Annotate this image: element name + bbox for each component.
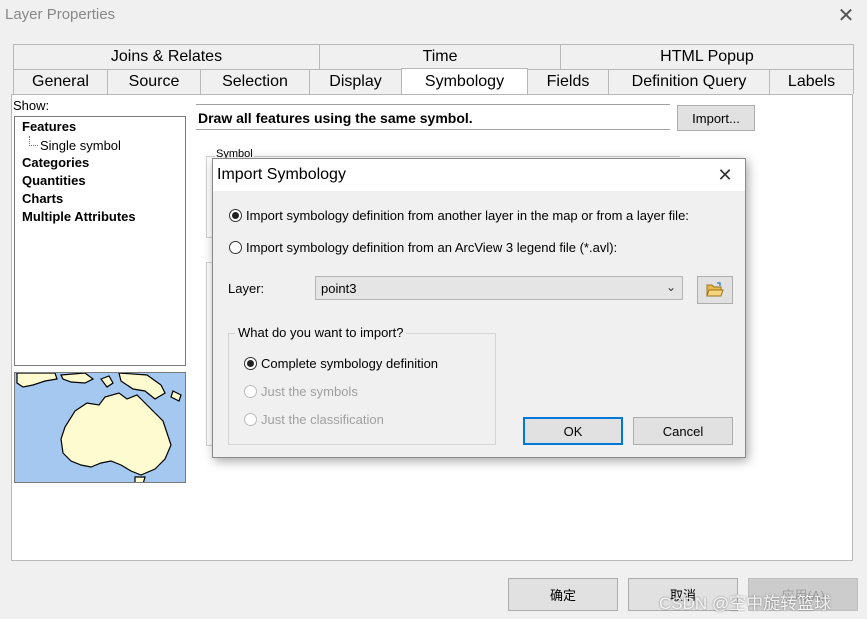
tab-fields[interactable]: Fields: [527, 69, 609, 94]
radio-disabled-icon: [244, 413, 257, 426]
import-symbols: Just the symbols: [244, 384, 358, 399]
ok-button[interactable]: 确定: [508, 578, 618, 611]
option-from-avl[interactable]: Import symbology definition from an ArcV…: [229, 240, 617, 255]
tab-definition-query[interactable]: Definition Query: [608, 69, 770, 94]
symbology-description: Draw all features using the same symbol.: [196, 104, 670, 130]
import-symbols-label: Just the symbols: [261, 384, 358, 399]
radio-selected-icon[interactable]: [244, 357, 257, 370]
import-classification: Just the classification: [244, 412, 384, 427]
dialog-titlebar: Import Symbology ✕: [213, 159, 745, 191]
import-symbology-dialog: Import Symbology ✕ Import symbology defi…: [212, 158, 746, 458]
import-what-group: What do you want to import? Complete sym…: [228, 325, 496, 445]
import-classification-label: Just the classification: [261, 412, 384, 427]
show-item-categories[interactable]: Categories: [22, 155, 89, 170]
option-from-avl-label: Import symbology definition from an ArcV…: [246, 240, 618, 255]
tab-symbology[interactable]: Symbology: [401, 68, 528, 94]
tree-connector: [29, 136, 38, 146]
layer-select[interactable]: point3 ⌄: [315, 276, 683, 300]
browse-folder-button[interactable]: [697, 276, 733, 304]
australia-map-icon: [16, 373, 182, 482]
tab-general[interactable]: General: [13, 69, 108, 94]
window-close-icon[interactable]: ✕: [834, 4, 858, 28]
import-complete-label: Complete symbology definition: [261, 356, 439, 371]
layer-select-value: point3: [321, 280, 357, 296]
cancel-button[interactable]: 取消: [628, 578, 738, 611]
dialog-close-icon[interactable]: ✕: [713, 163, 737, 187]
radio-selected-icon[interactable]: [229, 209, 242, 222]
tab-selection[interactable]: Selection: [200, 69, 310, 94]
tab-joins-relates[interactable]: Joins & Relates: [13, 44, 320, 69]
show-item-quantities[interactable]: Quantities: [22, 173, 86, 188]
import-complete[interactable]: Complete symbology definition: [244, 356, 438, 371]
layer-label: Layer:: [228, 281, 265, 296]
chevron-down-icon[interactable]: ⌄: [666, 280, 676, 294]
tab-display[interactable]: Display: [309, 69, 402, 94]
dialog-title: Import Symbology: [217, 166, 346, 183]
radio-disabled-icon: [244, 385, 257, 398]
import-button[interactable]: Import...: [677, 105, 755, 131]
open-folder-icon: [706, 282, 724, 297]
tab-labels[interactable]: Labels: [769, 69, 854, 94]
tab-html-popup[interactable]: HTML Popup: [560, 44, 854, 69]
import-what-group-label: What do you want to import?: [235, 325, 407, 340]
show-tree: Features Single symbol Categories Quanti…: [14, 116, 186, 366]
show-item-multiple-attributes[interactable]: Multiple Attributes: [22, 209, 136, 224]
show-label: Show:: [13, 98, 50, 113]
window-title: Layer Properties: [5, 6, 116, 23]
dialog-ok-button[interactable]: OK: [523, 417, 623, 445]
radio-unselected-icon[interactable]: [229, 241, 242, 254]
dialog-cancel-button[interactable]: Cancel: [633, 417, 733, 445]
show-item-single-symbol[interactable]: Single symbol: [40, 138, 121, 153]
option-from-layer[interactable]: Import symbology definition from another…: [229, 208, 689, 223]
apply-button: 应用(A): [748, 578, 858, 611]
map-preview-image: [14, 372, 186, 483]
show-item-charts[interactable]: Charts: [22, 191, 63, 206]
tab-source[interactable]: Source: [107, 69, 201, 94]
tab-time[interactable]: Time: [319, 44, 561, 69]
option-from-layer-label: Import symbology definition from another…: [246, 208, 689, 223]
show-item-features[interactable]: Features: [22, 119, 76, 134]
